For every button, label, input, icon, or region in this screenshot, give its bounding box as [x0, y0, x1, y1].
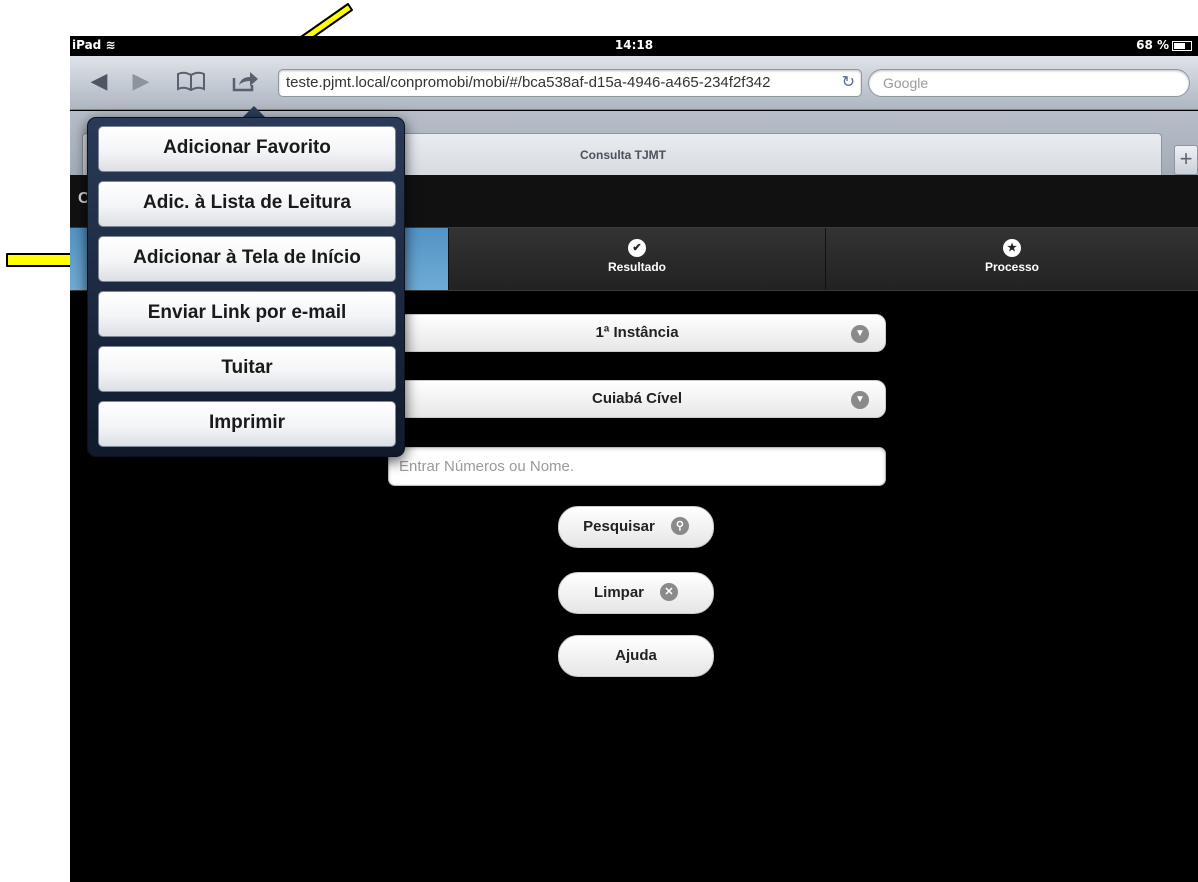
limpar-label: Limpar — [593, 584, 644, 601]
menu-item-print[interactable]: Imprimir — [98, 401, 396, 447]
menu-item-reading-list[interactable]: Adic. à Lista de Leitura — [98, 181, 396, 227]
comarca-select-value: Cuiabá Cível — [591, 390, 683, 407]
check-icon: ✔ — [628, 239, 646, 257]
comarca-select[interactable]: Cuiabá Cível ▼ — [388, 380, 886, 418]
ajuda-button[interactable]: Ajuda — [558, 635, 714, 677]
address-bar[interactable]: teste.pjmt.local/conpromobi/mobi/#/bca53… — [278, 69, 862, 97]
instance-select[interactable]: 1ª Instância ▼ — [388, 314, 886, 352]
menu-item-tweet[interactable]: Tuitar — [98, 346, 396, 392]
chevron-down-icon: ▼ — [851, 325, 869, 343]
chevron-down-icon: ▼ — [851, 391, 869, 409]
ipad-screen: iPad ≋ 14:18 68 % ◀ ▶ teste.pjmt.local/c… — [70, 36, 1198, 882]
url-text: teste.pjmt.local/conpromobi/mobi/#/bca53… — [286, 74, 771, 91]
browser-toolbar: ◀ ▶ teste.pjmt.local/conpromobi/mobi/#/b… — [70, 56, 1198, 110]
status-bar: iPad ≋ 14:18 68 % — [70, 36, 1198, 56]
share-menu-popover: Adicionar Favorito Adic. à Lista de Leit… — [87, 117, 405, 457]
battery-icon — [1172, 40, 1192, 51]
nav-label-resultado: Resultado — [607, 260, 666, 274]
search-input[interactable]: Entrar Números ou Nome. — [388, 447, 886, 486]
nav-label-processo: Processo — [984, 260, 1040, 274]
bookmarks-icon[interactable] — [174, 66, 208, 96]
new-tab-button[interactable]: + — [1174, 145, 1198, 175]
instance-select-value: 1ª Instância — [595, 324, 679, 341]
menu-item-add-bookmark[interactable]: Adicionar Favorito — [98, 126, 396, 172]
share-icon[interactable] — [228, 66, 262, 96]
nav-item-resultado[interactable]: ✔ Resultado — [448, 228, 825, 290]
pesquisar-label: Pesquisar — [583, 518, 655, 535]
forward-icon[interactable]: ▶ — [128, 66, 154, 96]
clock: 14:18 — [614, 38, 654, 52]
search-field[interactable]: Google — [868, 69, 1190, 97]
star-icon: ★ — [1003, 239, 1021, 257]
limpar-button[interactable]: Limpar ✕ — [558, 572, 714, 614]
reload-icon[interactable]: ↻ — [842, 70, 855, 96]
battery-indicator: 68 % — [1136, 38, 1192, 52]
menu-item-add-to-home-screen[interactable]: Adicionar à Tela de Início — [98, 236, 396, 282]
menu-item-email-link[interactable]: Enviar Link por e-mail — [98, 291, 396, 337]
search-icon: ⚲ — [670, 516, 689, 535]
clear-icon: ✕ — [660, 582, 678, 601]
back-icon[interactable]: ◀ — [86, 66, 112, 96]
nav-item-processo[interactable]: ★ Processo — [825, 228, 1198, 290]
ajuda-label: Ajuda — [615, 647, 657, 664]
pesquisar-button[interactable]: Pesquisar ⚲ — [558, 506, 714, 548]
